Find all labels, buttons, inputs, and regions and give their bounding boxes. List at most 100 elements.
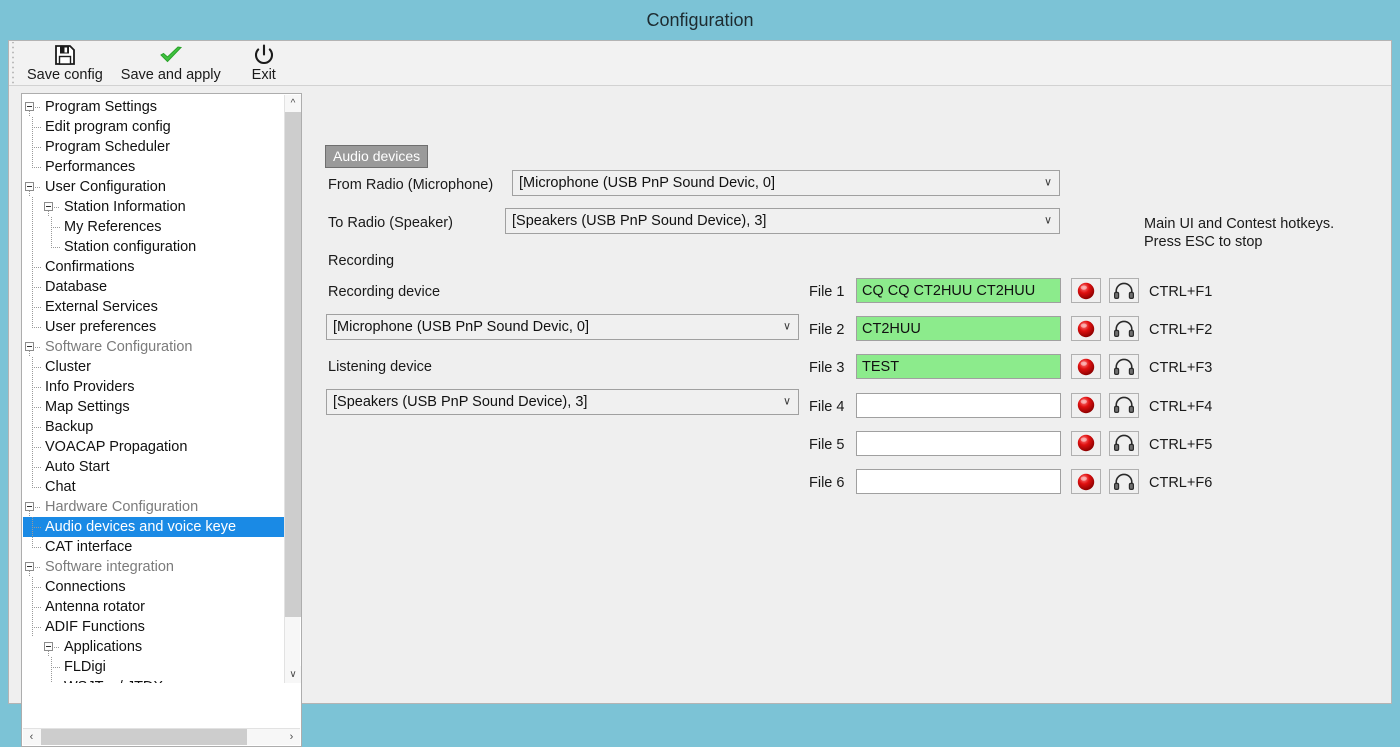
sidebar-item-audio-devices-and-voice-keye[interactable]: Audio devices and voice keye [23, 517, 285, 537]
sidebar-item-label: Station Information [64, 199, 186, 215]
file-text-input-3[interactable]: TEST [856, 354, 1061, 380]
listen-button-3[interactable] [1109, 354, 1139, 380]
file-text-input-1[interactable]: CQ CQ CT2HUU CT2HUU [856, 278, 1061, 303]
record-button-5[interactable] [1071, 430, 1101, 456]
tree-expander-collapse-icon[interactable] [23, 97, 42, 117]
sidebar-item-station-information[interactable]: Station Information [23, 197, 285, 217]
tree-indent-guide [23, 657, 42, 677]
record-button-2[interactable] [1071, 316, 1101, 342]
scroll-down-arrow-icon[interactable]: ∨ [285, 666, 301, 683]
listen-button-4[interactable] [1109, 392, 1139, 418]
sidebar-item-performances[interactable]: Performances [23, 157, 285, 177]
file-hotkey-5: CTRL+F5 [1149, 436, 1213, 453]
tree-vertical-scrollbar[interactable]: ^ ∨ [284, 95, 301, 683]
sidebar-item-edit-program-config[interactable]: Edit program config [23, 117, 285, 137]
tree-scrollport: Program Settings Edit program config Progr… [23, 95, 285, 683]
sidebar-item-connections[interactable]: Connections [23, 577, 285, 597]
client-area: Save config Save and apply Exit Program … [8, 40, 1392, 747]
tree-expander-collapse-icon[interactable] [23, 337, 42, 357]
settings-tree[interactable]: Program Settings Edit program config Progr… [23, 95, 285, 683]
sidebar-item-program-scheduler[interactable]: Program Scheduler [23, 137, 285, 157]
listening-device-select[interactable]: [Speakers (USB PnP Sound Device), 3] ∨ [326, 389, 799, 415]
exit-button[interactable]: Exit [230, 41, 298, 83]
file-text-input-6[interactable] [856, 469, 1061, 494]
from-radio-select[interactable]: [Microphone (USB PnP Sound Devic, 0] ∨ [512, 170, 1060, 196]
sidebar-item-my-references[interactable]: My References [23, 217, 285, 237]
sidebar-item-applications[interactable]: Applications [23, 637, 285, 657]
configuration-window: Configuration Save config Save and apply… [0, 0, 1400, 747]
sidebar-item-user-configuration[interactable]: User Configuration [23, 177, 285, 197]
sidebar-item-chat[interactable]: Chat [23, 477, 285, 497]
sidebar-item-label: Confirmations [45, 259, 135, 275]
file-label-5: File 5 [809, 436, 845, 453]
tree-indent-guide [23, 597, 42, 617]
sidebar-item-info-providers[interactable]: Info Providers [23, 377, 285, 397]
sidebar-item-cluster[interactable]: Cluster [23, 357, 285, 377]
recording-device-select[interactable]: [Microphone (USB PnP Sound Devic, 0] ∨ [326, 314, 799, 340]
tree-indent-guide [23, 537, 42, 557]
sidebar-item-voacap-propagation[interactable]: VOACAP Propagation [23, 437, 285, 457]
sidebar-item-station-configuration[interactable]: Station configuration [23, 237, 285, 257]
record-button-6[interactable] [1071, 469, 1101, 494]
tree-expander-collapse-icon[interactable] [23, 177, 42, 197]
file-text-value: TEST [862, 358, 900, 375]
sidebar-item-cat-interface[interactable]: CAT interface [23, 537, 285, 557]
record-button-1[interactable] [1071, 278, 1101, 303]
sidebar-item-database[interactable]: Database [23, 277, 285, 297]
sidebar-item-adif-functions[interactable]: ADIF Functions [23, 617, 285, 637]
headphones-icon [1114, 473, 1134, 490]
sidebar-item-label: WSJT-x / JTDX [61, 677, 163, 683]
main-panel: Audio devices From Radio (Microphone) [M… [314, 93, 1384, 747]
tree-horizontal-scrollbar[interactable]: ‹ › [23, 728, 300, 745]
sidebar-item-hardware-configuration[interactable]: Hardware Configuration [23, 497, 285, 517]
headphones-icon [1114, 434, 1134, 452]
to-radio-select[interactable]: [Speakers (USB PnP Sound Device), 3] ∨ [505, 208, 1060, 234]
sidebar-item-label: Edit program config [45, 119, 171, 135]
listen-button-5[interactable] [1109, 430, 1139, 456]
toolbar-grip[interactable] [9, 42, 18, 84]
tree-expander-collapse-icon[interactable] [23, 557, 42, 577]
sidebar-item-antenna-rotator[interactable]: Antenna rotator [23, 597, 285, 617]
tree-expander-collapse-icon[interactable] [42, 637, 61, 657]
record-button-icon [1077, 435, 1095, 452]
tree-indent-guide [42, 217, 61, 237]
sidebar-item-user-preferences[interactable]: User preferences [23, 317, 285, 337]
sidebar-item-external-services[interactable]: External Services [23, 297, 285, 317]
tree-indent-guide [42, 237, 61, 257]
green-check-icon [159, 43, 183, 67]
scroll-right-arrow-icon[interactable]: › [283, 729, 300, 745]
save-and-apply-button[interactable]: Save and apply [112, 41, 230, 83]
tree-indent-guide [23, 157, 42, 177]
sidebar-item-label: My References [64, 219, 162, 235]
sidebar-item-backup[interactable]: Backup [23, 417, 285, 437]
sidebar-item-software-integration[interactable]: Software integration [23, 557, 285, 577]
tree-expander-collapse-icon[interactable] [42, 197, 61, 217]
tree-expander-collapse-icon[interactable] [23, 497, 42, 517]
tab-audio-devices[interactable]: Audio devices [325, 145, 429, 168]
file-text-value: CT2HUU [862, 320, 921, 337]
sidebar-item-confirmations[interactable]: Confirmations [23, 257, 285, 277]
file-text-input-5[interactable] [856, 430, 1061, 456]
sidebar-item-wsjt-x-jtdx[interactable]: WSJT-x / JTDX [23, 677, 285, 683]
sidebar-item-fldigi[interactable]: FLDigi [23, 657, 285, 677]
listen-button-2[interactable] [1109, 316, 1139, 342]
file-text-input-4[interactable] [856, 392, 1061, 418]
sidebar-item-software-configuration[interactable]: Software Configuration [23, 337, 285, 357]
record-button-4[interactable] [1071, 392, 1101, 418]
vertical-scrollbar-thumb[interactable] [285, 112, 301, 617]
headphones-icon [1114, 320, 1134, 337]
horizontal-scrollbar-thumb[interactable] [41, 729, 247, 745]
record-button-3[interactable] [1071, 354, 1101, 380]
sidebar-item-map-settings[interactable]: Map Settings [23, 397, 285, 417]
file-text-input-2[interactable]: CT2HUU [856, 316, 1061, 342]
minus-box-icon [25, 502, 34, 511]
sidebar-item-program-settings[interactable]: Program Settings [23, 97, 285, 117]
scroll-up-arrow-icon[interactable]: ^ [285, 95, 301, 112]
from-radio-value: [Microphone (USB PnP Sound Devic, 0] [519, 175, 776, 191]
scroll-left-arrow-icon[interactable]: ‹ [23, 729, 40, 745]
listen-button-1[interactable] [1109, 278, 1139, 303]
listen-button-6[interactable] [1109, 469, 1139, 494]
sidebar-item-label: Station configuration [64, 239, 197, 255]
save-config-button[interactable]: Save config [18, 41, 112, 83]
sidebar-item-auto-start[interactable]: Auto Start [23, 457, 285, 477]
